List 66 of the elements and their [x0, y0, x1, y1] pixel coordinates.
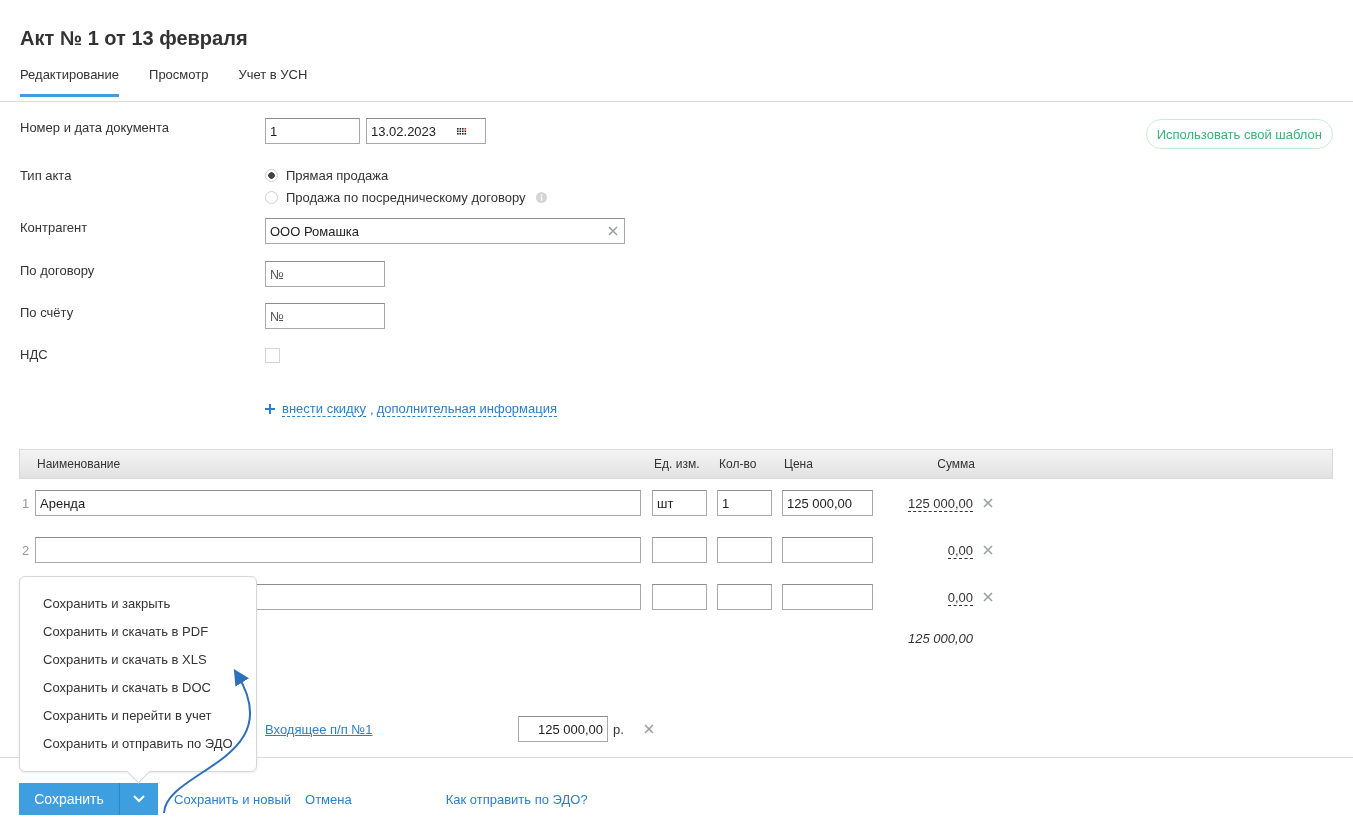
menu-item[interactable]: Сохранить и отправить по ЭДО [43, 730, 256, 758]
radio-button[interactable] [265, 168, 278, 182]
radio-label: Продажа по посредническому договору [286, 189, 526, 205]
tab[interactable]: Редактирование [20, 67, 120, 97]
menu-item[interactable]: Сохранить и скачать в PDF [43, 618, 256, 646]
close-icon [983, 545, 993, 555]
currency-label: р. [613, 721, 624, 737]
menu-item[interactable]: Сохранить и скачать в XLS [43, 646, 256, 674]
chevron-icon [133, 795, 145, 803]
link[interactable]: Сохранить и новый [174, 791, 291, 807]
tab[interactable]: Учет в УСН [238, 67, 308, 97]
dropdown-button[interactable] [120, 783, 158, 815]
invoice-field[interactable]: № [265, 303, 385, 329]
close-icon [643, 724, 654, 734]
field-label: По договору [20, 262, 96, 280]
amount-field[interactable]: 125 000,00 [518, 716, 608, 742]
price-field[interactable] [782, 584, 873, 610]
calendar-icon [457, 127, 467, 135]
total-sum: 125 000,00 [907, 631, 973, 646]
column-header: Наименование [36, 457, 122, 471]
page-title: Акт № 1 от 13 февраля [20, 26, 249, 50]
field-label: По счёту [20, 304, 75, 322]
separator-text: , [370, 401, 374, 417]
plus-icon [265, 404, 275, 414]
help-link[interactable]: Как отправить по ЭДО? [445, 791, 588, 807]
unit-field[interactable] [652, 584, 707, 610]
link[interactable]: дополнительная информация [376, 401, 557, 417]
number-field[interactable]: 1 [265, 118, 360, 144]
name-field[interactable]: Аренда [35, 490, 641, 516]
price-field[interactable]: 125 000,00 [782, 490, 873, 516]
checkbox[interactable] [265, 348, 280, 363]
close-icon [983, 498, 993, 508]
row-sum[interactable]: 0,00 [947, 589, 973, 606]
name-field[interactable] [35, 537, 641, 563]
close-icon [983, 592, 993, 602]
row-number: 1 [21, 495, 31, 511]
column-header: Цена [784, 457, 814, 471]
unit-field[interactable] [652, 537, 707, 563]
row-sum[interactable]: 0,00 [947, 542, 973, 559]
menu-item[interactable]: Сохранить и перейти в учет [43, 702, 256, 730]
quantity-field[interactable]: 1 [717, 490, 772, 516]
menu-item[interactable]: Сохранить и скачать в DOC [43, 674, 256, 702]
link[interactable]: внести скидку [282, 401, 366, 417]
column-header: Сумма [936, 457, 975, 471]
row-number: 2 [21, 542, 31, 558]
close-icon [608, 226, 618, 236]
field-label: Тип акта [20, 167, 73, 185]
link[interactable]: Отмена [305, 791, 352, 807]
payment-link[interactable]: Входящее п/п №1 [265, 721, 518, 737]
tab[interactable]: Просмотр [149, 67, 209, 97]
quantity-field[interactable] [717, 584, 772, 610]
radio-button[interactable] [265, 190, 278, 204]
column-header: Кол-во [719, 457, 758, 471]
field-label: НДС [20, 346, 49, 364]
column-header: Ед. изм. [654, 457, 701, 471]
quantity-field[interactable] [717, 537, 772, 563]
date-field[interactable]: 13.02.2023 [366, 118, 486, 144]
row-sum[interactable]: 125 000,00 [907, 495, 973, 512]
radio-label: Прямая продажа [286, 167, 389, 183]
contract-field[interactable]: № [265, 261, 385, 287]
field-label: Контрагент [20, 219, 89, 237]
field-label: Номер и дата документа [20, 119, 171, 137]
menu-item[interactable]: Сохранить и закрыть [43, 590, 256, 618]
unit-field[interactable]: шт [652, 490, 707, 516]
price-field[interactable] [782, 537, 873, 563]
counterparty-field[interactable]: ООО Ромашка [265, 218, 625, 244]
